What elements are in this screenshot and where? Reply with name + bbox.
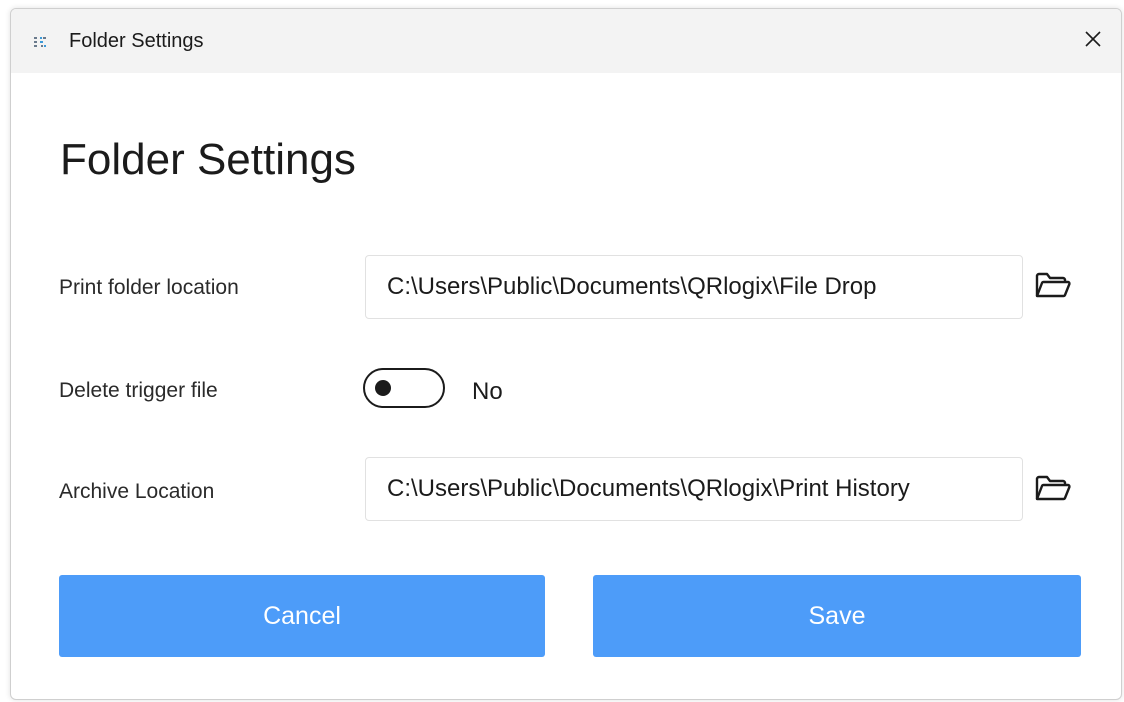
folder-open-icon [1034,270,1072,305]
archive-location-input[interactable] [365,457,1023,521]
close-icon [1083,29,1103,54]
print-folder-label: Print folder location [59,276,239,299]
save-button[interactable]: Save [593,575,1081,657]
print-folder-input[interactable] [365,255,1023,319]
toggle-state-text: No [472,378,503,405]
app-logo-icon [33,35,47,49]
archive-location-label: Archive Location [59,480,215,503]
toggle-knob [375,380,391,396]
folder-open-icon [1034,473,1072,508]
folder-settings-window: Folder Settings Folder Settings Print fo… [10,8,1122,700]
page-title: Folder Settings [60,135,356,184]
cancel-button[interactable]: Cancel [59,575,545,657]
close-button[interactable] [1065,9,1121,73]
browse-archive-folder-button[interactable] [1031,470,1075,510]
browse-print-folder-button[interactable] [1031,267,1075,307]
delete-trigger-toggle[interactable] [363,368,445,408]
delete-trigger-label: Delete trigger file [59,379,218,402]
window-title: Folder Settings [69,30,204,52]
title-bar: Folder Settings [11,9,1121,73]
